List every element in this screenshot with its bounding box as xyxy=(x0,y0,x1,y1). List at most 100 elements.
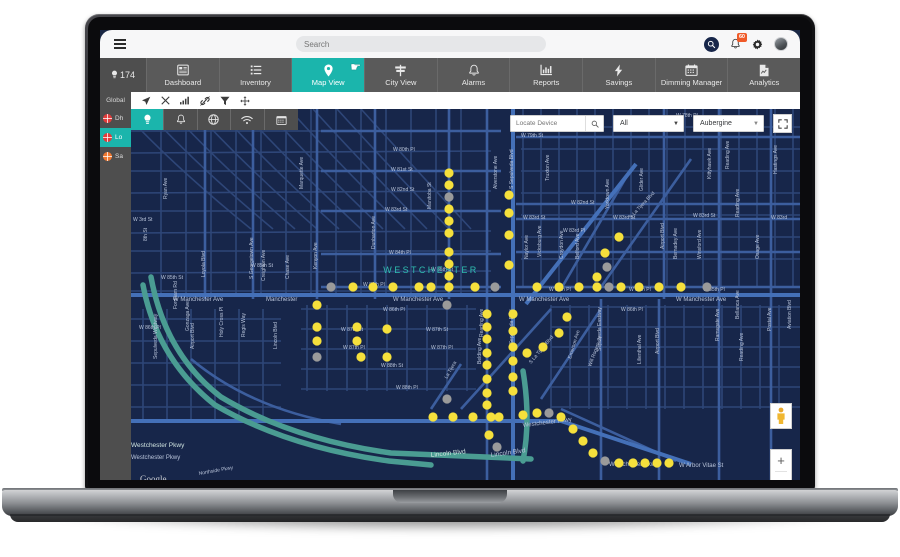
map-device-marker[interactable] xyxy=(444,259,454,269)
map-device-marker[interactable] xyxy=(312,352,322,362)
map-device-marker[interactable] xyxy=(504,260,514,270)
map-device-marker[interactable] xyxy=(356,352,366,362)
zoom-out-button[interactable]: − xyxy=(771,472,791,480)
map-device-marker[interactable] xyxy=(312,322,322,332)
map-device-marker[interactable] xyxy=(494,412,504,422)
map-device-marker[interactable] xyxy=(444,271,454,281)
bell-icon[interactable]: 60 xyxy=(730,33,747,50)
map-device-marker[interactable] xyxy=(486,412,496,422)
map-device-marker[interactable] xyxy=(616,282,626,292)
map-device-marker[interactable] xyxy=(482,400,492,410)
map-device-marker[interactable] xyxy=(554,328,564,338)
map-device-marker[interactable] xyxy=(592,282,602,292)
map-device-marker[interactable] xyxy=(604,282,614,292)
map-device-marker[interactable] xyxy=(518,410,528,420)
search-input[interactable] xyxy=(296,36,546,52)
map-device-marker[interactable] xyxy=(382,324,392,334)
map-device-marker[interactable] xyxy=(532,408,542,418)
map-device-marker[interactable] xyxy=(470,282,480,292)
sidebar-item-dh[interactable]: Dh xyxy=(100,109,131,128)
map-device-marker[interactable] xyxy=(614,232,624,242)
map-device-marker[interactable] xyxy=(326,282,336,292)
map-device-marker[interactable] xyxy=(554,282,564,292)
signal-bars-icon[interactable] xyxy=(180,96,190,105)
map-device-marker[interactable] xyxy=(444,192,454,202)
wifi-filter-icon[interactable] xyxy=(231,109,265,130)
map-device-marker[interactable] xyxy=(652,458,662,468)
alarm-filter-icon[interactable] xyxy=(164,109,198,130)
hamburger-icon[interactable] xyxy=(108,39,138,49)
navigate-arrow-icon[interactable] xyxy=(141,96,151,106)
map-device-marker[interactable] xyxy=(444,180,454,190)
map-device-marker[interactable] xyxy=(348,282,358,292)
calendar-filter-icon[interactable] xyxy=(265,109,298,130)
map-device-marker[interactable] xyxy=(504,208,514,218)
map-device-marker[interactable] xyxy=(442,300,452,310)
map-device-marker[interactable] xyxy=(442,394,452,404)
device-type-filter[interactable]: All ▼ xyxy=(613,115,684,132)
nav-item-dimming-manager[interactable]: Dimming Manager xyxy=(656,58,729,92)
map-device-marker[interactable] xyxy=(556,412,566,422)
nav-item-savings[interactable]: Savings xyxy=(583,58,656,92)
nav-item-analytics[interactable]: Analytics xyxy=(728,58,800,92)
map-device-marker[interactable] xyxy=(600,248,610,258)
map-device-marker[interactable] xyxy=(578,436,588,446)
locate-device-input[interactable] xyxy=(511,116,585,131)
map-device-marker[interactable] xyxy=(482,388,492,398)
map-device-marker[interactable] xyxy=(426,282,436,292)
globe-filter-icon[interactable] xyxy=(198,109,232,130)
map-style-filter[interactable]: Aubergine ▼ xyxy=(693,115,764,132)
map-device-marker[interactable] xyxy=(544,408,554,418)
map-device-marker[interactable] xyxy=(444,168,454,178)
map-device-marker[interactable] xyxy=(614,458,624,468)
lamp-filter-icon[interactable] xyxy=(131,109,165,130)
nav-item-city-view[interactable]: City View xyxy=(365,58,438,92)
map-device-marker[interactable] xyxy=(702,282,712,292)
map-device-marker[interactable] xyxy=(482,334,492,344)
map-device-marker[interactable] xyxy=(628,458,638,468)
move-cross-icon[interactable] xyxy=(240,95,250,106)
map-device-marker[interactable] xyxy=(588,448,598,458)
map-device-marker[interactable] xyxy=(568,424,578,434)
map-device-marker[interactable] xyxy=(482,360,492,370)
fullscreen-icon[interactable] xyxy=(773,114,792,133)
map-device-marker[interactable] xyxy=(382,352,392,362)
locate-search-icon[interactable] xyxy=(585,116,603,131)
street-view-pegman-icon[interactable] xyxy=(770,403,792,429)
map-device-marker[interactable] xyxy=(482,348,492,358)
map-device-marker[interactable] xyxy=(448,412,458,422)
map-device-marker[interactable] xyxy=(312,300,322,310)
map-device-marker[interactable] xyxy=(352,336,362,346)
map-device-marker[interactable] xyxy=(508,372,518,382)
map-device-marker[interactable] xyxy=(428,412,438,422)
user-avatar[interactable] xyxy=(774,37,788,51)
close-icon[interactable] xyxy=(161,96,170,105)
zoom-in-button[interactable]: + xyxy=(771,450,791,471)
map-device-marker[interactable] xyxy=(602,262,612,272)
map-device-marker[interactable] xyxy=(538,342,548,352)
map-device-marker[interactable] xyxy=(504,230,514,240)
map-device-marker[interactable] xyxy=(634,282,644,292)
map-device-marker[interactable] xyxy=(574,282,584,292)
map-device-marker[interactable] xyxy=(504,190,514,200)
map-device-marker[interactable] xyxy=(490,282,500,292)
link-broken-icon[interactable] xyxy=(200,95,210,106)
map-device-marker[interactable] xyxy=(352,322,362,332)
map-device-marker[interactable] xyxy=(468,412,478,422)
nav-item-alarms[interactable]: Alarms xyxy=(438,58,511,92)
map-device-marker[interactable] xyxy=(508,309,518,319)
sidebar-item-sa[interactable]: Sa xyxy=(100,147,131,166)
map-canvas[interactable]: W 80th Pl W 81st St W 82nd St W 83rd St W 84… xyxy=(131,109,800,480)
map-device-marker[interactable] xyxy=(444,228,454,238)
map-device-marker[interactable] xyxy=(508,386,518,396)
map-device-marker[interactable] xyxy=(664,458,674,468)
map-device-marker[interactable] xyxy=(482,322,492,332)
nav-item-map-view[interactable]: Map View ☛ xyxy=(292,58,366,92)
map-device-marker[interactable] xyxy=(444,247,454,257)
map-device-marker[interactable] xyxy=(640,458,650,468)
map-device-marker[interactable] xyxy=(482,309,492,319)
nav-item-inventory[interactable]: Inventory xyxy=(220,58,293,92)
search-icon[interactable] xyxy=(704,36,719,52)
map-device-marker[interactable] xyxy=(312,336,322,346)
map-device-marker[interactable] xyxy=(508,342,518,352)
